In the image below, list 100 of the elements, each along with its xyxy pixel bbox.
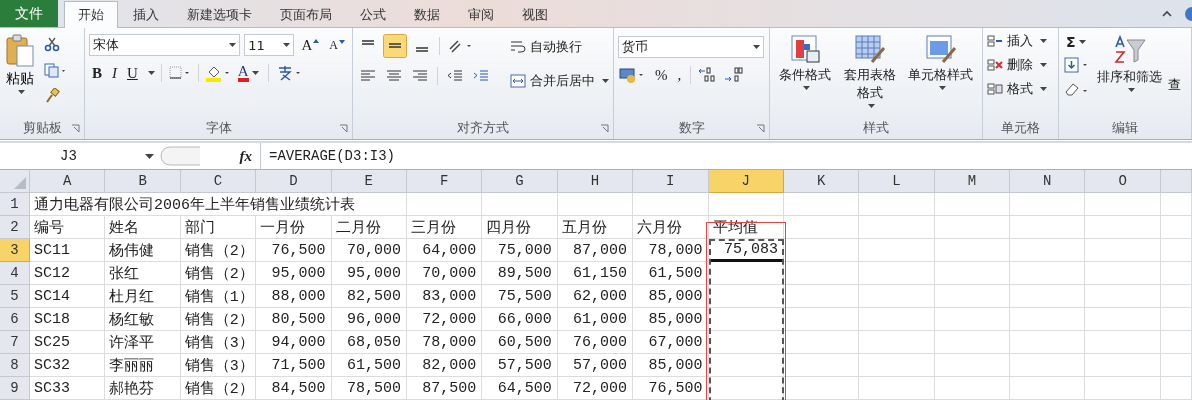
caret-icon: [229, 43, 237, 47]
table-cell: 75,500: [482, 285, 558, 308]
dialog-launcher-icon[interactable]: [600, 124, 609, 133]
column-header[interactable]: B: [105, 170, 181, 193]
percent-button[interactable]: %: [652, 66, 671, 84]
cells-button[interactable]: 插入: [987, 30, 1054, 52]
table-cell: 82,000: [406, 354, 483, 377]
column-header[interactable]: O: [1085, 170, 1161, 193]
row-header[interactable]: 5: [0, 285, 30, 308]
group-label: 剪贴板: [22, 119, 62, 137]
table-cell: SC25: [30, 331, 106, 354]
fill-color-icon[interactable]: [204, 64, 231, 82]
font-size-dropdown[interactable]: 11: [244, 34, 295, 56]
font-name-dropdown[interactable]: 宋体: [89, 34, 241, 56]
caret-icon: [802, 86, 810, 90]
table-cell: SC12: [30, 262, 106, 285]
ribbon-tab[interactable]: 审阅: [455, 3, 507, 27]
file-tab[interactable]: 文件: [0, 0, 58, 27]
font-style-button[interactable]: U: [124, 64, 141, 82]
table-cell: 95,000: [256, 262, 332, 285]
table-cell: 82,500: [331, 285, 407, 308]
dialog-launcher-icon[interactable]: [339, 124, 348, 133]
ribbon-tab[interactable]: 插入: [120, 3, 172, 27]
align-middle-icon[interactable]: [383, 34, 407, 58]
column-header[interactable]: M: [934, 170, 1011, 193]
column-header[interactable]: K: [783, 170, 860, 193]
styles-button[interactable]: 条件格式: [776, 34, 833, 117]
column-header[interactable]: D: [256, 170, 332, 193]
caret-icon: [1040, 39, 1047, 43]
font-style-button[interactable]: I: [109, 64, 120, 82]
column-header[interactable]: J: [708, 170, 784, 193]
caret-icon[interactable]: [147, 71, 155, 75]
format-cells-icon: [987, 82, 1003, 96]
table-cell: 杨红敏: [105, 308, 181, 331]
insert-function-button[interactable]: fx: [239, 147, 252, 165]
column-header[interactable]: H: [557, 170, 634, 193]
caret-icon: [938, 86, 946, 90]
ribbon-tab[interactable]: 公式: [347, 3, 399, 27]
row-header[interactable]: 2: [0, 216, 30, 239]
merge-center-button[interactable]: 合并后居中: [508, 68, 611, 94]
wrap-text-button[interactable]: 自动换行: [508, 34, 611, 60]
ribbon-tab[interactable]: 页面布局: [267, 3, 345, 27]
sort-filter-button[interactable]: 排序和筛选: [1095, 34, 1164, 117]
font-color-button[interactable]: A: [234, 64, 262, 82]
row-header[interactable]: 7: [0, 331, 30, 354]
table-cell: 85,000: [633, 308, 709, 331]
column-header[interactable]: E: [331, 170, 407, 193]
highlighted-table-icon: [789, 34, 820, 64]
column-header[interactable]: N: [1010, 170, 1086, 193]
empty-cell: [1160, 285, 1192, 308]
row-header[interactable]: 4: [0, 262, 30, 285]
find-select-button[interactable]: 查: [1168, 34, 1181, 117]
name-box[interactable]: J3: [0, 148, 160, 164]
row-header[interactable]: 1: [0, 193, 30, 216]
decrease-decimal-icon[interactable]: [723, 66, 746, 84]
cells-button[interactable]: 格式: [987, 78, 1054, 100]
row-header[interactable]: 8: [0, 354, 30, 377]
help-icon[interactable]: [1182, 5, 1192, 22]
row-header[interactable]: 3: [0, 239, 30, 262]
table-cell: 57,000: [557, 354, 634, 377]
table-cell: 61,500: [633, 262, 709, 285]
dialog-launcher-icon[interactable]: [756, 124, 765, 133]
formula-field[interactable]: =AVERAGE(D3:I3): [260, 143, 1192, 169]
column-header[interactable]: L: [859, 170, 935, 193]
row-header[interactable]: 9: [0, 377, 30, 400]
ribbon-tab[interactable]: 新建选项卡: [174, 3, 265, 27]
table-cell: 64,000: [406, 239, 483, 262]
shrink-font-button[interactable]: A: [326, 37, 348, 53]
scissors-icon[interactable]: [44, 36, 60, 52]
caret-icon: [251, 71, 259, 75]
table-cell: 66,000: [482, 308, 558, 331]
table-cell: 78,500: [331, 377, 407, 400]
ribbon-tab[interactable]: 开始: [64, 1, 118, 28]
row-header[interactable]: 6: [0, 308, 30, 331]
column-header[interactable]: C: [180, 170, 257, 193]
ribbon-tab[interactable]: 数据: [401, 3, 453, 27]
number-format-dropdown[interactable]: 货币: [618, 36, 764, 58]
border-icon[interactable]: [167, 65, 192, 81]
collapse-ribbon-icon[interactable]: [1162, 10, 1172, 17]
paste-button[interactable]: 粘贴: [4, 34, 36, 117]
copy-icon[interactable]: [44, 62, 68, 78]
format-painter-icon[interactable]: [44, 88, 60, 104]
cells-button[interactable]: 删除: [987, 54, 1054, 76]
column-header[interactable]: G: [482, 170, 558, 193]
expand-handle-icon[interactable]: [160, 146, 200, 166]
column-header[interactable]: A: [30, 170, 106, 193]
font-style-button[interactable]: B: [89, 64, 105, 82]
column-header[interactable]: I: [633, 170, 709, 193]
table-cell: 销售（2）: [180, 239, 257, 262]
comma-style-button[interactable]: ,: [674, 66, 685, 84]
styles-button[interactable]: 套用表格格式: [840, 34, 899, 117]
styles-button[interactable]: 单元格样式: [906, 34, 976, 117]
table-cell: 76,000: [557, 331, 634, 354]
table-cell: SC33: [30, 377, 106, 400]
column-header[interactable]: F: [406, 170, 483, 193]
grow-font-button[interactable]: A: [298, 36, 323, 54]
table-cell: 78,000: [633, 239, 709, 262]
autosum-button[interactable]: Σ: [1063, 34, 1091, 50]
ribbon-tab[interactable]: 视图: [509, 3, 561, 27]
dialog-launcher-icon[interactable]: [71, 124, 80, 133]
